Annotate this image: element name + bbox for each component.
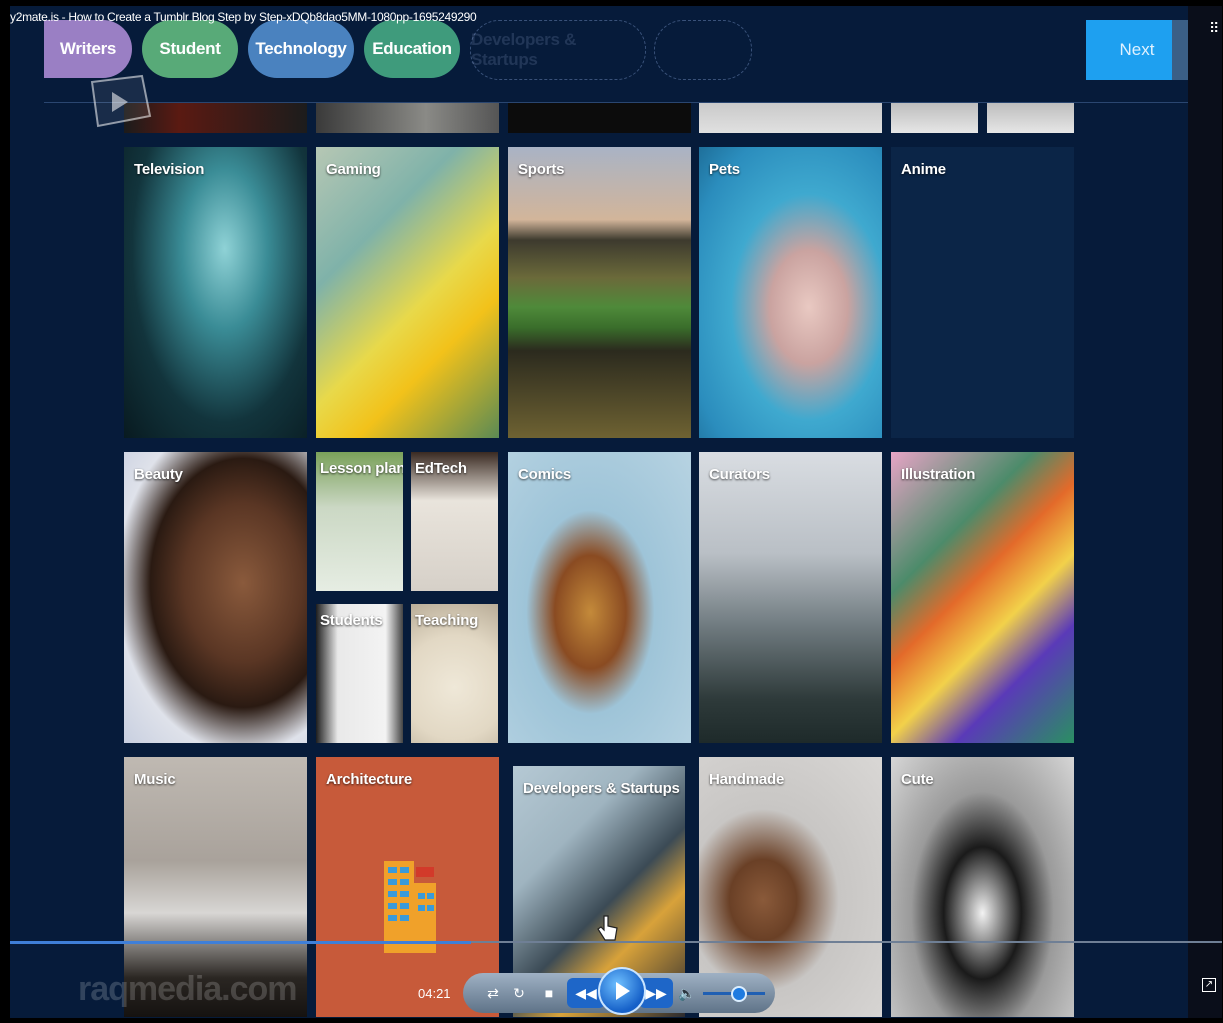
topic-tile-sports[interactable]: Sports <box>508 147 691 438</box>
volume-slider-knob[interactable] <box>731 986 748 1002</box>
tile-label: Lesson plan <box>320 460 403 477</box>
tile-label: Music <box>134 771 176 788</box>
tile-label: Television <box>134 161 205 178</box>
tile-label: Students <box>320 612 383 629</box>
tile-label: Pets <box>709 161 740 178</box>
tile-label: EdTech <box>415 460 467 477</box>
building-icon <box>384 861 436 953</box>
tile-label: Gaming <box>326 161 381 178</box>
tile-label: Architecture <box>326 771 412 788</box>
switch-to-library-icon[interactable]: ↗ <box>1202 978 1216 992</box>
tag-developers-startups-placeholder[interactable]: Developers & Startups <box>470 20 646 80</box>
tile-label: Beauty <box>134 466 183 483</box>
topic-tile-lesson-plan[interactable]: Lesson plan <box>316 452 403 591</box>
partial-tile-2[interactable] <box>316 102 499 133</box>
tile-label: Sports <box>518 161 565 178</box>
tile-label: Illustration <box>901 466 976 483</box>
tile-label: Curators <box>709 466 770 483</box>
partial-tile-5[interactable] <box>891 102 978 133</box>
topic-tile-curators[interactable]: Curators <box>699 452 882 743</box>
volume-icon[interactable]: 🔈 <box>675 973 699 1013</box>
topic-tile-anime[interactable]: Anime <box>891 147 1074 438</box>
partial-tile-4[interactable] <box>699 102 882 133</box>
header-divider <box>44 102 1188 103</box>
watermark: raqmedia.com <box>78 970 298 1008</box>
stop-icon[interactable]: ■ <box>537 973 561 1013</box>
play-icon <box>616 982 630 1000</box>
topic-tile-cute[interactable]: Cute <box>891 757 1074 1017</box>
tag-writers[interactable]: Writers <box>44 20 132 78</box>
topic-tile-television[interactable]: Television <box>124 147 307 438</box>
elapsed-time: 04:21 <box>418 986 451 1001</box>
topic-tile-students[interactable]: Students <box>316 604 403 743</box>
tile-label: Handmade <box>709 771 785 788</box>
resize-grip-icon[interactable]: ⠿ <box>1209 20 1219 37</box>
tag-technology[interactable]: Technology <box>248 20 354 78</box>
topic-tile-beauty[interactable]: Beauty <box>124 452 307 743</box>
topic-tile-teaching[interactable]: Teaching <box>411 604 498 743</box>
selected-tags-bar: Writers Student Technology Education Dev… <box>44 20 764 80</box>
tile-label: Teaching <box>415 612 479 629</box>
play-button[interactable] <box>598 967 646 1015</box>
tile-label: Cute <box>901 771 934 788</box>
topic-tile-pets[interactable]: Pets <box>699 147 882 438</box>
partial-tile-3[interactable] <box>508 102 691 133</box>
cursor-hand-icon <box>597 915 618 941</box>
topic-tile-illustration[interactable]: Illustration <box>891 452 1074 743</box>
player-logo-icon <box>90 74 152 128</box>
topic-tile-edtech[interactable]: EdTech <box>411 452 498 591</box>
tile-label: Anime <box>901 161 946 178</box>
seek-bar-progress[interactable] <box>10 941 471 944</box>
shuffle-icon[interactable]: ⇄ <box>481 973 505 1013</box>
tag-empty-slot <box>654 20 752 80</box>
repeat-icon[interactable]: ↻ <box>507 973 531 1013</box>
partial-tile-6[interactable] <box>987 102 1074 133</box>
video-frame: y2mate.is - How to Create a Tumblr Blog … <box>10 6 1222 1018</box>
next-button-edge <box>1172 20 1188 80</box>
window-title: y2mate.is - How to Create a Tumblr Blog … <box>10 10 477 24</box>
topic-tile-comics[interactable]: Comics <box>508 452 691 743</box>
tile-label: Comics <box>518 466 571 483</box>
tag-student[interactable]: Student <box>142 20 238 78</box>
topic-tile-gaming[interactable]: Gaming <box>316 147 499 438</box>
tag-education[interactable]: Education <box>364 20 460 78</box>
tile-label: Developers & Startups <box>523 780 680 797</box>
